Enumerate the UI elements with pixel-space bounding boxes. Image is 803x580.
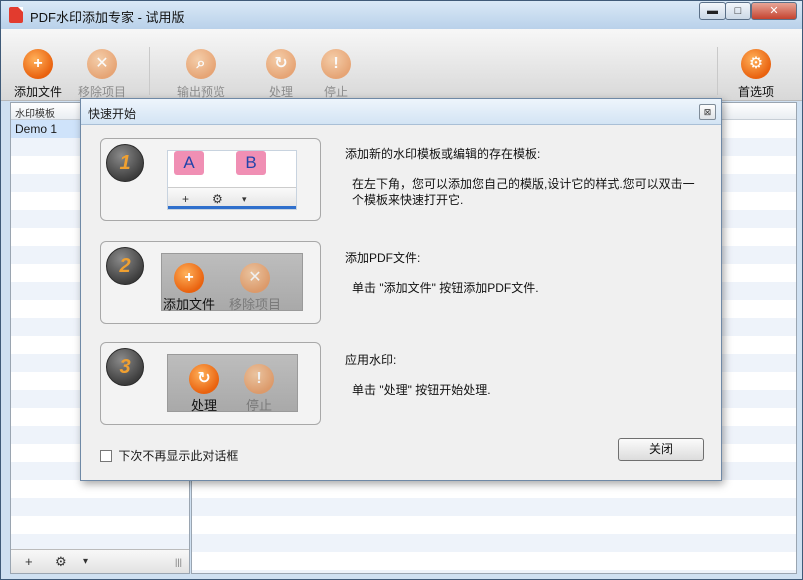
step-2-card: 2 + 添加文件 ✕ 移除项目 — [100, 241, 321, 324]
remove-icon: ✕ — [87, 49, 117, 79]
plus-icon: + — [182, 192, 190, 206]
process-icon: ↻ — [189, 364, 219, 394]
add-file-icon: + — [23, 49, 53, 79]
step-1-body: 在左下角，您可以添加您自己的模版,设计它的样式.您可以双击一个模板来快速打开它. — [352, 177, 695, 207]
preferences-label: 首选项 — [737, 85, 774, 99]
toolbar: + 添加文件 ✕ 移除项目 ⌕ 输出预览 ↻ 处理 ! 停止 ⚙ 首选项 — [1, 29, 802, 101]
dont-show-again-option[interactable]: 下次不再显示此对话框 — [100, 447, 238, 464]
step-2-heading: 添加PDF文件: — [345, 251, 421, 265]
tag-b-icon: B — [236, 151, 266, 175]
add-file-button[interactable]: + 添加文件 — [7, 49, 69, 100]
remove-item-button[interactable]: ✕ 移除项目 — [71, 49, 133, 100]
app-pdf-icon — [9, 7, 23, 23]
step-3-description: 应用水印: 单击 "处理" 按钮开始处理. — [345, 352, 705, 398]
toolbar-divider — [149, 47, 150, 95]
template-toolbar-illustration: A B + ⚙ ▾ — [167, 150, 297, 210]
step-1-card: 1 A B + ⚙ ▾ — [100, 138, 321, 221]
preferences-button[interactable]: ⚙ 首选项 — [725, 49, 787, 100]
illustration-accent-line — [168, 206, 296, 209]
dialog-close-icon[interactable]: ⊠ — [699, 104, 716, 120]
dialog-title: 快速开始 — [88, 107, 137, 121]
step-number-badge: 2 — [106, 247, 144, 285]
stop-icon: ! — [321, 49, 351, 79]
tag-a-icon: A — [174, 151, 204, 175]
step-number-badge: 1 — [106, 144, 144, 182]
illustration-add-file-label: 添加文件 — [162, 297, 215, 312]
add-file-label: 添加文件 — [13, 85, 62, 99]
add-file-icon: + — [174, 263, 204, 293]
template-settings-icon[interactable]: ⚙ — [55, 554, 67, 570]
process-illustration: ↻ 处理 ! 停止 — [167, 354, 298, 414]
preview-icon: ⌕ — [186, 49, 216, 79]
step-number-badge: 3 — [106, 348, 144, 386]
dont-show-again-label: 下次不再显示此对话框 — [118, 449, 239, 463]
add-template-button[interactable]: + — [25, 554, 33, 569]
dialog-title-bar: 快速开始 ⊠ — [81, 99, 721, 125]
process-button[interactable]: ↻ 处理 — [250, 49, 312, 100]
preferences-icon: ⚙ — [741, 49, 771, 79]
minimize-button[interactable]: ▬ — [699, 2, 726, 20]
step-3-body: 单击 "处理" 按钮开始处理. — [352, 383, 491, 397]
stop-icon: ! — [244, 364, 274, 394]
step-3-heading: 应用水印: — [345, 353, 397, 367]
template-footer-toolbar: + ⚙ ▾ ||| — [11, 549, 189, 573]
illustration-remove-item: ✕ 移除项目 — [222, 263, 288, 313]
illustration-stop: ! 停止 — [226, 364, 292, 414]
step-3-card: 3 ↻ 处理 ! 停止 — [100, 342, 321, 425]
output-preview-button[interactable]: ⌕ 输出预览 — [170, 49, 232, 100]
add-file-illustration: + 添加文件 ✕ 移除项目 — [161, 253, 303, 313]
chevron-down-icon[interactable]: ▾ — [83, 556, 88, 567]
window-title: PDF水印添加专家 - 试用版 — [30, 10, 185, 25]
illustration-add-file: + 添加文件 — [156, 263, 222, 313]
chevron-down-icon: ▾ — [242, 194, 247, 204]
illustration-remove-item-label: 移除项目 — [228, 297, 281, 312]
title-bar: PDF水印添加专家 - 试用版 ▬ □ ✕ — [1, 1, 802, 29]
stop-button[interactable]: ! 停止 — [305, 49, 367, 100]
maximize-button[interactable]: □ — [725, 2, 751, 20]
gear-icon: ⚙ — [212, 192, 223, 206]
close-button[interactable]: 关闭 — [618, 438, 704, 461]
step-1-description: 添加新的水印模板或编辑的存在模板: 在左下角，您可以添加您自己的模版,设计它的样… — [345, 146, 705, 208]
toolbar-divider — [717, 47, 718, 95]
step-2-description: 添加PDF文件: 单击 "添加文件" 按钮添加PDF文件. — [345, 250, 705, 296]
remove-icon: ✕ — [240, 263, 270, 293]
process-icon: ↻ — [266, 49, 296, 79]
step-2-body: 单击 "添加文件" 按钮添加PDF文件. — [352, 281, 539, 295]
illustration-stop-label: 停止 — [245, 398, 272, 413]
resize-grip-icon[interactable]: ||| — [175, 557, 182, 567]
quick-start-dialog: 快速开始 ⊠ 1 A B + ⚙ ▾ 添加新的水印模板或编辑的存在模板: 在左下… — [80, 98, 722, 481]
step-1-heading: 添加新的水印模板或编辑的存在模板: — [345, 147, 541, 161]
close-window-button[interactable]: ✕ — [751, 2, 797, 20]
dont-show-again-checkbox[interactable] — [100, 449, 112, 462]
